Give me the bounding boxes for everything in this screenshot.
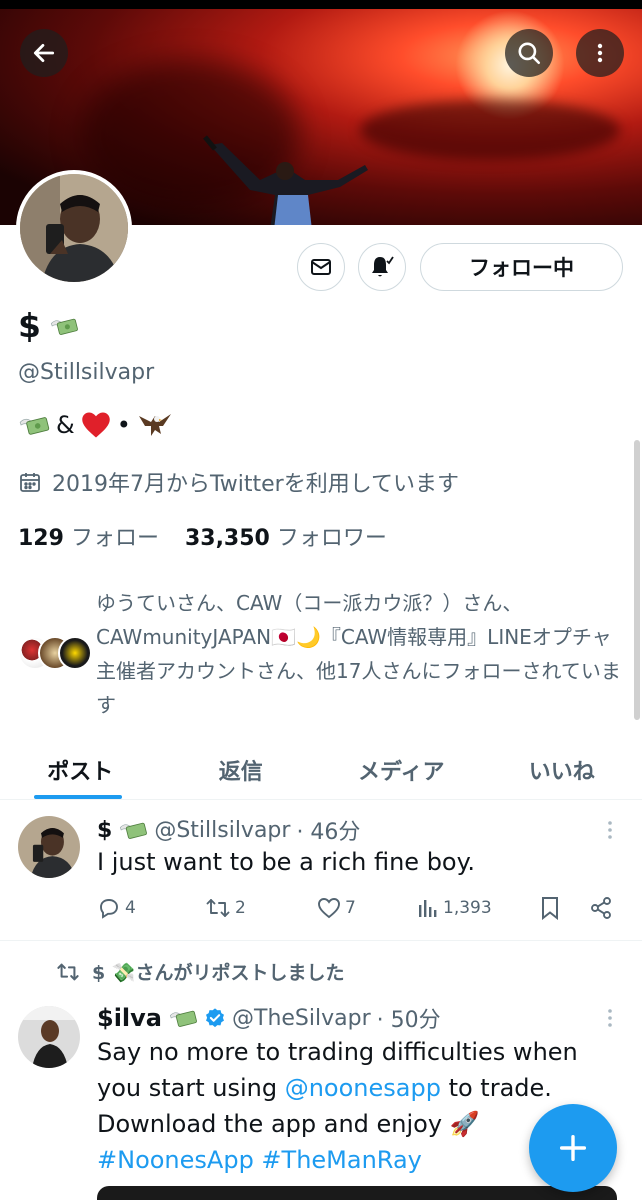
notifications-button[interactable] [358, 243, 406, 291]
arrow-left-icon [33, 44, 55, 62]
money-with-wings-icon [19, 417, 50, 435]
post-text: I just want to be a rich fine boy. [97, 848, 476, 876]
analytics-icon [419, 900, 437, 917]
joined-date: 2019年7月からTwitterを利用しています [18, 466, 459, 498]
follow-stats: 129 フォロー 33,350 フォロワー [18, 520, 387, 552]
following-stat[interactable]: 129 フォロー [18, 520, 159, 552]
plus-icon [559, 1134, 587, 1162]
tab-posts[interactable]: ポスト [0, 740, 161, 799]
tab-likes[interactable]: いいね [482, 740, 642, 799]
scrollbar[interactable] [634, 440, 640, 720]
profile-name-text: $ [18, 306, 41, 345]
red-heart-icon [81, 412, 110, 438]
money-with-wings-icon [120, 822, 148, 839]
followed-by-section[interactable]: ゆうていさん、CAW（コー派カウ派？）さん、CAWmunityJAPAN🇯🇵🌙『… [18, 586, 628, 722]
following-label: フォロー [70, 526, 159, 551]
like-button[interactable]: 7 [317, 897, 417, 919]
following-count: 129 [18, 526, 64, 551]
money-with-wings-icon [169, 1010, 197, 1027]
search-icon [518, 42, 541, 65]
bookmark-icon [542, 897, 558, 920]
banner-performer-figure [203, 135, 368, 225]
views-button[interactable]: 1,393 [417, 897, 539, 919]
tab-replies[interactable]: 返信 [161, 740, 322, 799]
post-avatar[interactable] [18, 1006, 80, 1068]
envelope-icon [311, 259, 331, 275]
repost-icon [206, 899, 230, 917]
followed-by-text: ゆうていさん、CAW（コー派カウ派？）さん、CAWmunityJAPAN🇯🇵🌙『… [96, 591, 621, 717]
reply-icon [100, 899, 118, 919]
post-media-preview[interactable] [97, 1186, 617, 1200]
tab-media[interactable]: メディア [321, 740, 482, 799]
more-vertical-icon [597, 43, 603, 63]
post-more-button[interactable] [604, 818, 616, 847]
post-header: $ @Stillsilvapr · 46分 [97, 814, 360, 846]
repost-button[interactable]: 2 [205, 896, 317, 920]
post-more-button[interactable] [604, 1006, 616, 1035]
post-time: · 50分 [376, 1008, 441, 1033]
search-button[interactable] [505, 29, 553, 77]
post-avatar[interactable] [18, 816, 80, 878]
calendar-icon [20, 473, 40, 492]
following-button[interactable]: フォロー中 [420, 243, 623, 291]
repost-label: $ 💸さんがリポストしました [92, 962, 345, 984]
post-author-handle[interactable]: @Stillsilvapr [154, 818, 290, 843]
view-count: 1,393 [443, 898, 492, 918]
eagle-icon [138, 414, 171, 436]
profile-name: $ [18, 306, 79, 345]
followers-stat[interactable]: 33,350 フォロワー [185, 520, 387, 552]
more-vertical-icon [608, 1009, 612, 1027]
post-author-name[interactable]: $ [97, 818, 112, 843]
status-bar-strip [0, 0, 642, 9]
bio-bullet: • [116, 411, 131, 439]
profile-avatar[interactable] [16, 170, 132, 286]
repost-count: 2 [235, 898, 246, 918]
bookmark-button[interactable] [539, 896, 589, 920]
mention-link[interactable]: @noonesapp [285, 1074, 441, 1102]
reply-count: 4 [125, 898, 136, 918]
back-button[interactable] [20, 29, 68, 77]
post-actions: 4 2 7 1,393 [97, 892, 617, 924]
bio-ampersand: & [56, 411, 75, 439]
more-vertical-icon [608, 821, 612, 839]
bell-check-icon [372, 256, 394, 277]
compose-post-button[interactable] [529, 1104, 617, 1192]
post-divider [0, 940, 642, 941]
avatar-portrait [18, 1006, 80, 1068]
share-icon [591, 897, 611, 919]
joined-text: 2019年7月からTwitterを利用しています [52, 472, 460, 497]
avatar-portrait [20, 174, 128, 282]
profile-bio: & • [18, 410, 173, 440]
hashtag-links[interactable]: #NoonesApp #TheManRay [97, 1146, 422, 1174]
post[interactable]: $ @Stillsilvapr · 46分 I just want to be … [0, 800, 642, 940]
like-count: 7 [345, 898, 356, 918]
profile-handle: @Stillsilvapr [18, 360, 155, 385]
message-button[interactable] [297, 243, 345, 291]
verified-badge-icon [206, 1008, 224, 1028]
heart-outline-icon [318, 898, 340, 919]
reply-button[interactable]: 4 [97, 896, 205, 920]
repost-indicator[interactable]: $ 💸さんがリポストしました [56, 958, 345, 985]
post-author-handle[interactable]: @TheSilvapr [232, 1006, 371, 1031]
profile-tabs: ポスト 返信 メディア いいね [0, 740, 642, 800]
followed-by-avatars [18, 636, 96, 672]
banner-eyelid [360, 100, 620, 160]
followers-label: フォロワー [276, 526, 387, 551]
repost-icon [57, 963, 79, 980]
money-with-wings-icon [50, 318, 78, 335]
share-button[interactable] [589, 896, 613, 920]
more-options-button[interactable] [576, 29, 624, 77]
post-header: $ilva @TheSilvapr · 50分 [97, 1002, 441, 1034]
follower-avatar [58, 636, 92, 670]
followers-count: 33,350 [184, 526, 270, 551]
post-time: · 46分 [296, 820, 361, 845]
avatar-portrait [18, 816, 80, 878]
post-author-name[interactable]: $ilva [97, 1004, 162, 1032]
